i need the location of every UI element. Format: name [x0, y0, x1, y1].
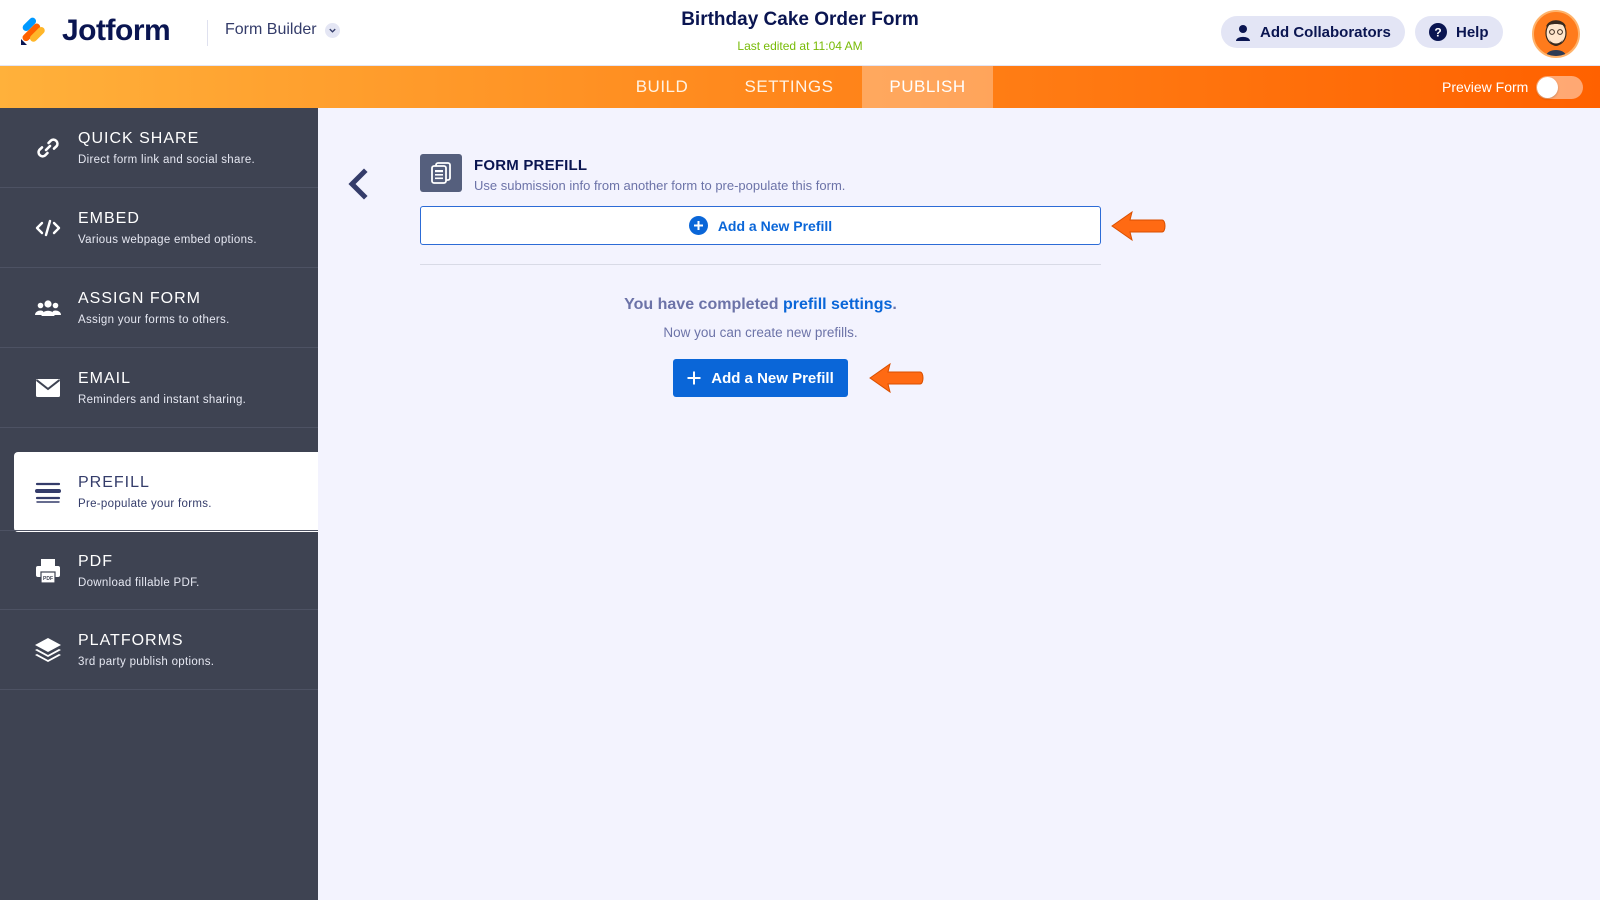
prefill-settings-link[interactable]: prefill settings — [783, 296, 892, 313]
publish-sidebar: QUICK SHARE Direct form link and social … — [0, 108, 318, 900]
users-icon — [34, 294, 62, 322]
completed-suffix: . — [892, 296, 897, 313]
completed-prefix: You have completed — [624, 296, 784, 313]
sidebar-item-prefill[interactable]: PREFILL Pre-populate your forms. — [14, 452, 318, 532]
add-new-prefill-label: Add a New Prefill — [711, 369, 834, 387]
sidebar-item-desc: Reminders and instant sharing. — [78, 394, 247, 406]
tab-settings[interactable]: SETTINGS — [731, 66, 847, 108]
envelope-icon — [34, 374, 62, 402]
orange-arrow-icon — [869, 362, 924, 394]
add-collaborators-button[interactable]: Add Collaborators — [1221, 16, 1405, 48]
sidebar-item-title: EMBED — [78, 210, 140, 227]
completed-message: You have completed prefill settings. — [420, 296, 1101, 314]
chevron-left-icon — [348, 168, 368, 200]
tab-publish[interactable]: PUBLISH — [862, 66, 993, 108]
sidebar-item-title: PREFILL — [78, 474, 150, 491]
section-title: FORM PREFILL — [474, 157, 588, 174]
orange-arrow-icon — [1111, 210, 1166, 242]
plus-icon — [687, 371, 701, 385]
add-new-prefill-outline-button[interactable]: Add a New Prefill — [420, 206, 1101, 245]
divider-line — [420, 264, 1101, 265]
svg-text:PDF: PDF — [43, 576, 53, 582]
add-new-prefill-label: Add a New Prefill — [717, 217, 833, 234]
top-header: Jotform Form Builder Birthday Cake Order… — [0, 0, 1600, 66]
plus-circle-icon — [688, 216, 708, 235]
sidebar-item-desc: Download fillable PDF. — [78, 577, 200, 589]
sidebar-item-title: ASSIGN FORM — [78, 290, 202, 307]
link-icon — [34, 134, 62, 162]
svg-text:?: ? — [1434, 26, 1441, 40]
sidebar-item-quick-share[interactable]: QUICK SHARE Direct form link and social … — [0, 108, 318, 188]
code-icon — [34, 214, 62, 242]
sidebar-item-desc: Direct form link and social share. — [78, 154, 256, 166]
add-collaborators-label: Add Collaborators — [1260, 23, 1391, 41]
sidebar-item-title: PDF — [78, 553, 113, 570]
tab-build[interactable]: BUILD — [622, 66, 702, 108]
form-prefill-badge — [420, 154, 462, 192]
sidebar-item-pdf[interactable]: PDF PDF Download fillable PDF. — [0, 530, 318, 610]
document-icon — [431, 162, 451, 184]
help-label: Help — [1456, 23, 1489, 41]
toggle-knob — [1537, 77, 1558, 98]
pdf-icon: PDF — [34, 557, 62, 585]
sidebar-item-platforms[interactable]: PLATFORMS 3rd party publish options. — [0, 610, 318, 690]
sidebar-item-assign-form[interactable]: ASSIGN FORM Assign your forms to others. — [0, 268, 318, 348]
help-button[interactable]: ? Help — [1415, 16, 1503, 48]
sidebar-item-title: QUICK SHARE — [78, 130, 200, 147]
preview-form-label: Preview Form — [1442, 79, 1529, 95]
sidebar-item-desc: Various webpage embed options. — [78, 234, 257, 246]
sidebar-item-desc: Assign your forms to others. — [78, 314, 230, 326]
sidebar-item-email[interactable]: EMAIL Reminders and instant sharing. — [0, 348, 318, 428]
avatar-illustration-icon — [1534, 12, 1578, 56]
sidebar-item-desc: Pre-populate your forms. — [78, 498, 212, 510]
help-icon: ? — [1429, 23, 1447, 41]
user-avatar[interactable] — [1532, 10, 1580, 58]
create-prefills-hint: Now you can create new prefills. — [663, 325, 858, 340]
prefill-icon — [34, 478, 62, 506]
back-button[interactable] — [344, 166, 372, 202]
layers-icon — [34, 636, 62, 664]
builder-nav: BUILD SETTINGS PUBLISH Preview Form — [0, 66, 1600, 108]
section-subtitle: Use submission info from another form to… — [474, 178, 846, 193]
user-icon — [1236, 24, 1250, 41]
add-new-prefill-primary-button[interactable]: Add a New Prefill — [673, 359, 848, 397]
sidebar-item-title: EMAIL — [78, 370, 132, 387]
sidebar-item-title: PLATFORMS — [78, 632, 184, 649]
sidebar-item-embed[interactable]: EMBED Various webpage embed options. — [0, 188, 318, 268]
sidebar-item-desc: 3rd party publish options. — [78, 656, 215, 668]
preview-form-toggle[interactable] — [1536, 76, 1583, 99]
